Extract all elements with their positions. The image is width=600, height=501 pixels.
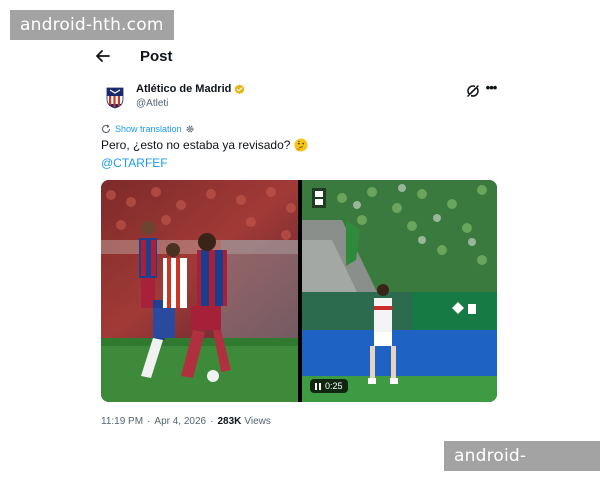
- grok-button[interactable]: [465, 83, 481, 99]
- avatar[interactable]: [101, 84, 129, 112]
- post-header: Post: [96, 44, 173, 68]
- more-options-button[interactable]: •••: [483, 81, 499, 97]
- verified-badge-icon: [234, 83, 245, 95]
- video-progress-badge[interactable]: 0:25: [310, 379, 348, 393]
- photo-football-action[interactable]: [101, 180, 298, 402]
- views-label: Views: [244, 416, 271, 427]
- post-text: Pero, ¿esto no estaba ya revisado?: [101, 138, 308, 152]
- show-translation-label: Show translation: [115, 124, 182, 134]
- arrow-left-icon: [96, 50, 110, 62]
- thinking-face-emoji: [294, 138, 308, 152]
- video-replay[interactable]: 0:25: [302, 180, 497, 402]
- atletico-crest-icon: [106, 87, 124, 109]
- gear-icon[interactable]: [185, 124, 195, 134]
- author-name-text: Atlético de Madrid: [136, 83, 232, 95]
- back-button[interactable]: [96, 44, 122, 68]
- pause-icon[interactable]: [315, 382, 321, 390]
- meta-separator-2: ·: [210, 416, 214, 427]
- post-meta: 11:19 PM · Apr 4, 2026 · 283K Views: [101, 416, 271, 427]
- page-title: Post: [140, 47, 173, 65]
- watermark-top: android-hth.com: [10, 10, 174, 40]
- views-count: 283K: [217, 416, 242, 427]
- author-handle[interactable]: @Atleti: [136, 98, 168, 109]
- translate-icon: [102, 124, 111, 134]
- post-date[interactable]: Apr 4, 2026: [154, 416, 206, 427]
- author-name[interactable]: Atlético de Madrid: [136, 83, 245, 95]
- show-translation-link[interactable]: Show translation: [101, 122, 195, 136]
- watermark-bottom: android-hth.com: [444, 441, 600, 496]
- mention-link[interactable]: @CTARFEF: [101, 156, 168, 170]
- media-container: 0:25: [101, 180, 497, 402]
- post-time[interactable]: 11:19 PM: [101, 416, 143, 427]
- meta-separator: ·: [147, 416, 151, 427]
- post-text-content: Pero, ¿esto no estaba ya revisado?: [101, 138, 291, 152]
- more-icon: •••: [485, 80, 498, 95]
- video-time: 0:25: [325, 381, 343, 391]
- grok-icon: [467, 85, 479, 97]
